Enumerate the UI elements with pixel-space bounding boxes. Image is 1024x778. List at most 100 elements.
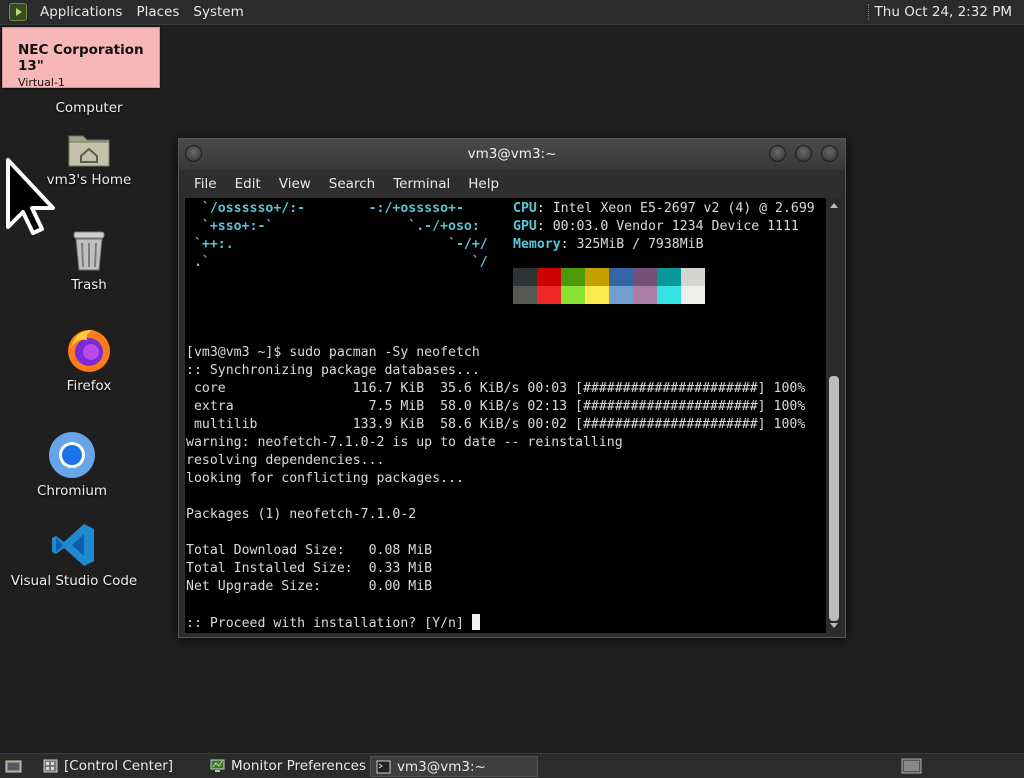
- home-folder-icon: [67, 130, 111, 168]
- trash-icon: [71, 229, 107, 273]
- minimize-button[interactable]: [769, 145, 786, 162]
- prompt-text: :: Proceed with installation? [Y/n]: [186, 616, 472, 631]
- desktop-icon-vscode[interactable]: Visual Studio Code: [9, 521, 139, 589]
- logo-line: `/ossssso+/:- -:/+osssso+-: [186, 201, 464, 216]
- color-swatch: [537, 268, 561, 286]
- close-button[interactable]: [821, 145, 838, 162]
- firefox-icon: [65, 326, 113, 374]
- taskbar-monitor-preferences[interactable]: Monitor Preferences: [205, 756, 366, 777]
- color-swatch: [657, 268, 681, 286]
- color-swatch: [561, 268, 585, 286]
- color-swatch: [585, 286, 609, 304]
- bottom-panel: [Control Center] Monitor Preferences vm3…: [0, 753, 1024, 778]
- applications-menu[interactable]: Applications: [33, 0, 129, 25]
- color-swatch: [609, 268, 633, 286]
- task-label: Monitor Preferences: [231, 758, 367, 774]
- output-line: extra 7.5 MiB 58.0 KiB/s 02:13 [########…: [186, 399, 806, 414]
- info-key: GPU: [513, 219, 537, 234]
- color-swatch: [537, 286, 561, 304]
- logo-line: .` `/: [186, 255, 488, 270]
- scroll-down-arrow-icon[interactable]: [830, 623, 838, 628]
- menu-help[interactable]: Help: [459, 176, 508, 192]
- desktop-icon-chromium[interactable]: Chromium: [7, 431, 137, 499]
- color-swatch: [633, 268, 657, 286]
- chromium-icon: [48, 431, 96, 479]
- places-menu[interactable]: Places: [129, 0, 186, 25]
- color-swatch: [561, 286, 585, 304]
- info-value: : 00:03.0 Vendor 1234 Device 1111: [536, 219, 799, 234]
- info-gpu: GPU: 00:03.0 Vendor 1234 Device 1111: [513, 218, 799, 236]
- color-swatch: [585, 268, 609, 286]
- info-value: : 325MiB / 7938MiB: [560, 237, 704, 252]
- mouse-pointer-icon: [6, 158, 55, 235]
- text-cursor: [471, 614, 480, 630]
- color-swatch: [657, 286, 681, 304]
- panel-clock[interactable]: Thu Oct 24, 2:32 PM: [875, 4, 1024, 20]
- logo-line: `++:. `-/+/: [186, 237, 488, 252]
- desktop-icon-trash[interactable]: Trash: [24, 229, 154, 293]
- color-swatch: [633, 286, 657, 304]
- control-center-icon: [43, 759, 58, 773]
- menu-terminal[interactable]: Terminal: [384, 176, 459, 192]
- output-line: :: Synchronizing package databases...: [186, 363, 480, 378]
- vertical-scrollbar[interactable]: [827, 198, 841, 633]
- menu-file[interactable]: File: [185, 176, 226, 192]
- desktop-icon-computer[interactable]: Computer: [24, 96, 154, 116]
- color-swatch: [513, 268, 537, 286]
- monitor-name: NEC Corporation 13": [18, 42, 144, 74]
- output-line: resolving dependencies...: [186, 453, 385, 468]
- output-line: [vm3@vm3 ~]$ sudo pacman -Sy neofetch: [186, 345, 480, 360]
- menu-edit[interactable]: Edit: [226, 176, 270, 192]
- terminal-icon: [376, 760, 391, 774]
- title-bar[interactable]: vm3@vm3:~: [179, 139, 845, 170]
- desktop-icon-label: Visual Studio Code: [10, 573, 138, 589]
- menu-view[interactable]: View: [270, 176, 320, 192]
- color-swatch: [681, 268, 705, 286]
- scroll-up-arrow-icon[interactable]: [830, 203, 838, 208]
- info-value: : Intel Xeon E5-2697 v2 (4) @ 2.699: [536, 201, 815, 216]
- color-swatch: [681, 286, 705, 304]
- output-line: warning: neofetch-7.1.0-2 is up to date …: [186, 435, 623, 450]
- desktop-icon-label: Chromium: [36, 483, 108, 499]
- desktop-icon-firefox[interactable]: Firefox: [24, 326, 154, 394]
- info-key: Memory: [513, 237, 561, 252]
- main-menu-icon[interactable]: [9, 3, 27, 21]
- task-label: vm3@vm3:~: [397, 759, 486, 775]
- color-swatch: [513, 286, 537, 304]
- prompt-line[interactable]: :: Proceed with installation? [Y/n]: [186, 614, 480, 633]
- menu-search[interactable]: Search: [320, 176, 384, 192]
- terminal-menubar: File Edit View Search Terminal Help: [179, 170, 845, 198]
- workspace-switcher-icon[interactable]: [901, 758, 922, 774]
- window-menu-button[interactable]: [185, 145, 202, 162]
- monitor-icon: [210, 759, 225, 772]
- top-panel: Applications Places System Thu Oct 24, 2…: [0, 0, 1024, 25]
- desktop-icon-label: Firefox: [66, 378, 112, 394]
- monitor-identify-label: NEC Corporation 13" Virtual-1: [2, 27, 160, 89]
- color-swatch: [609, 286, 633, 304]
- terminal-output[interactable]: `/ossssso+/:- -:/+osssso+- `+sso+:-` `.-…: [185, 198, 826, 633]
- output-line: Packages (1) neofetch-7.1.0-2: [186, 507, 417, 522]
- output-line: multilib 133.9 KiB 58.6 KiB/s 00:02 [###…: [186, 417, 806, 432]
- color-palette: [513, 268, 705, 304]
- show-desktop-icon[interactable]: [5, 758, 22, 774]
- terminal-window[interactable]: vm3@vm3:~ File Edit View Search Terminal…: [178, 138, 846, 638]
- panel-separator: [867, 4, 869, 20]
- logo-line: `+sso+:-` `.-/+oso:: [186, 219, 480, 234]
- info-cpu: CPU: Intel Xeon E5-2697 v2 (4) @ 2.699: [513, 200, 815, 218]
- taskbar-terminal[interactable]: vm3@vm3:~: [370, 756, 538, 777]
- vscode-icon: [50, 521, 98, 569]
- info-key: CPU: [513, 201, 537, 216]
- system-menu[interactable]: System: [186, 0, 250, 25]
- desktop-icon-label: Computer: [55, 100, 123, 116]
- desktop-icon-label: Trash: [71, 277, 107, 293]
- taskbar-control-center[interactable]: [Control Center]: [38, 756, 173, 777]
- scrollbar-thumb[interactable]: [829, 376, 839, 621]
- task-label: [Control Center]: [64, 758, 174, 774]
- output-line: Total Download Size: 0.08 MiB: [186, 543, 433, 558]
- output-line: core 116.7 KiB 35.6 KiB/s 00:03 [#######…: [186, 381, 806, 396]
- monitor-output: Virtual-1: [18, 76, 65, 89]
- window-title: vm3@vm3:~: [467, 146, 557, 162]
- output-line: Total Installed Size: 0.33 MiB: [186, 561, 433, 576]
- output-line: looking for conflicting packages...: [186, 471, 464, 486]
- maximize-button[interactable]: [795, 145, 812, 162]
